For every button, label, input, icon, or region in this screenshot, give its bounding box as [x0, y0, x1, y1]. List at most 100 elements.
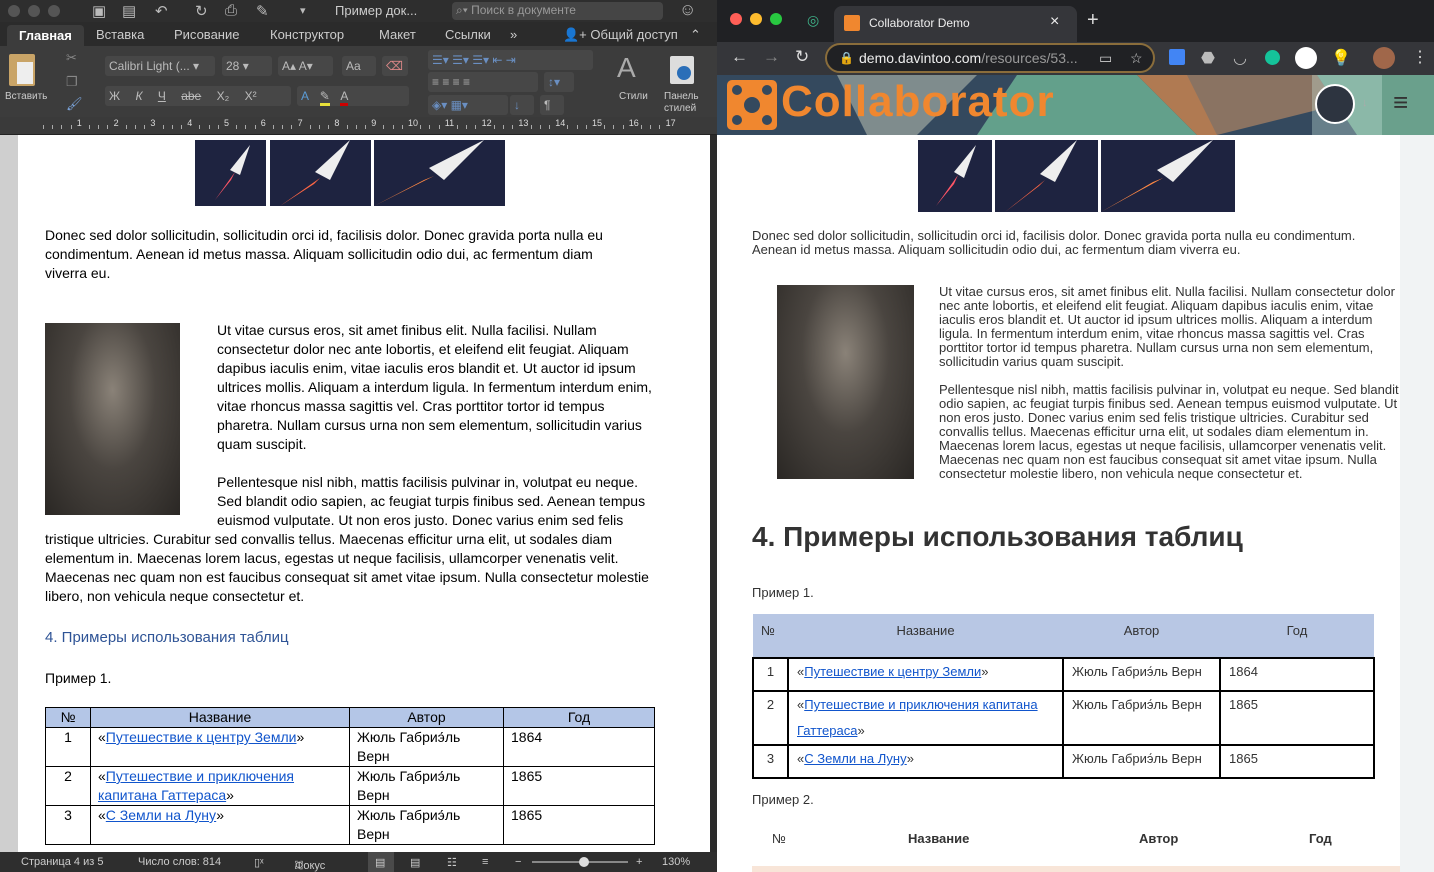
- ruler-tick: [254, 125, 256, 129]
- shading-border-buttons[interactable]: ◈▾ ▦▾: [428, 95, 508, 115]
- ruler-tick: [319, 125, 320, 129]
- ruler-number: 15: [592, 118, 603, 128]
- clear-formatting-icon[interactable]: ⌫: [382, 56, 408, 76]
- tab-draw[interactable]: Рисование: [174, 27, 239, 42]
- page-scrollbar-track[interactable]: [1400, 135, 1434, 872]
- pocket-icon[interactable]: ◡: [1233, 48, 1247, 68]
- forward-icon[interactable]: →: [763, 47, 780, 67]
- alignment-buttons[interactable]: ≡ ≡ ≡ ≡: [428, 72, 538, 92]
- ruler-number: 4: [187, 118, 193, 128]
- hamburger-menu-icon[interactable]: ≡: [1393, 87, 1408, 118]
- horizontal-ruler[interactable]: 1 2 3 4 5 6 7 8 9 10 11 12 13 14 15 16 17: [0, 117, 717, 135]
- font-size-select[interactable]: 28 ▾: [222, 56, 272, 76]
- cut-icon[interactable]: ✂: [66, 50, 77, 66]
- new-tab-button[interactable]: +: [1087, 9, 1099, 32]
- paragraph-1: Donec sed dolor sollicitudin, sollicitud…: [45, 227, 603, 281]
- ruler-number: 16: [628, 118, 639, 128]
- save-icon[interactable]: ▤: [122, 2, 136, 20]
- book-link[interactable]: Путешествие и приключения капитана Гатте…: [797, 697, 1038, 738]
- list-buttons[interactable]: ☰▾ ☰▾ ☰▾ ⇤ ⇥: [428, 50, 593, 70]
- font-name-select[interactable]: Calibri Light (... ▾: [105, 56, 215, 76]
- format-painter-icon[interactable]: 🖌: [66, 96, 83, 112]
- json-extension-icon[interactable]: [1295, 47, 1317, 69]
- tab-references[interactable]: Ссылки: [445, 27, 491, 42]
- show-formatting-icon[interactable]: ¶: [540, 95, 564, 115]
- site-header: Collaborator ↓ ≡: [717, 75, 1434, 135]
- minimize-window-button[interactable]: [28, 5, 40, 17]
- font-grow-shrink-buttons[interactable]: A▴ A▾: [278, 56, 333, 76]
- tab-collaborator-demo[interactable]: Collaborator Demo ×: [834, 6, 1077, 42]
- install-app-icon[interactable]: ▭: [1099, 45, 1112, 71]
- line-spacing-button[interactable]: ↕▾: [544, 72, 574, 92]
- zoom-window-button[interactable]: [770, 13, 782, 25]
- tab-design[interactable]: Конструктор: [270, 27, 344, 42]
- zoom-out-button[interactable]: −: [515, 856, 521, 868]
- styles-icon[interactable]: A: [617, 52, 636, 84]
- zoom-slider[interactable]: [532, 857, 628, 867]
- styles-pane-icon[interactable]: [670, 56, 694, 84]
- edit-icon[interactable]: ✎: [256, 2, 269, 20]
- reload-icon[interactable]: ↻: [795, 47, 809, 67]
- smiley-feedback-icon[interactable]: ☺: [679, 0, 696, 20]
- draft-view-icon[interactable]: ≡: [482, 856, 488, 868]
- ruler-tick: [355, 125, 357, 129]
- print-icon[interactable]: ⎙: [225, 2, 237, 19]
- share-button[interactable]: 👤+ Общий доступ: [563, 27, 678, 43]
- minimize-window-button[interactable]: [750, 13, 762, 25]
- book-link[interactable]: С Земли на Луну: [106, 807, 216, 823]
- web-layout-view-icon[interactable]: ▤: [410, 856, 420, 869]
- collaborator-logo-icon[interactable]: [727, 80, 777, 130]
- zoom-window-button[interactable]: [48, 5, 60, 17]
- change-case-button[interactable]: Aa: [342, 56, 376, 76]
- collaborator-logo[interactable]: Collaborator: [781, 77, 1055, 127]
- address-bar[interactable]: 🔒 demo.davintoo.com/resources/53... ▭ ☆: [825, 43, 1155, 73]
- close-tab-icon[interactable]: ×: [1050, 13, 1059, 31]
- ruler-tick: [181, 125, 182, 129]
- color-buttons[interactable]: A ✎ A: [297, 86, 409, 106]
- tab-layout[interactable]: Макет: [379, 27, 416, 42]
- ruler-tick: [420, 125, 422, 129]
- customize-toolbar-icon[interactable]: ▾: [300, 4, 306, 17]
- document-page[interactable]: Donec sed dolor sollicitudin, sollicitud…: [18, 135, 710, 852]
- user-avatar[interactable]: [1315, 84, 1355, 124]
- tab-home[interactable]: Главная: [7, 25, 84, 46]
- text-format-buttons[interactable]: Ж К Ч abe X₂ X²: [105, 86, 291, 106]
- google-translate-icon[interactable]: [1169, 49, 1185, 65]
- profile-avatar[interactable]: [1373, 47, 1395, 69]
- copy-icon[interactable]: ❐: [66, 74, 78, 90]
- extension-icon[interactable]: ⬣: [1201, 48, 1215, 68]
- rocket-image-2: [995, 140, 1098, 212]
- back-icon[interactable]: ←: [731, 47, 748, 67]
- book-link[interactable]: С Земли на Луну: [804, 751, 907, 766]
- lightbulb-extension-icon[interactable]: 💡: [1331, 48, 1351, 68]
- redo-icon[interactable]: ↻: [195, 2, 208, 20]
- pinned-tab-icon[interactable]: ◎: [807, 12, 819, 29]
- print-layout-view-icon[interactable]: ▤: [368, 852, 394, 872]
- book-link[interactable]: Путешествие и приключения капитана Гатте…: [98, 768, 294, 803]
- rocket-image-2: [270, 140, 371, 206]
- sidebar-icon[interactable]: ▣: [92, 2, 106, 20]
- collapse-ribbon-icon[interactable]: ⌃: [690, 27, 701, 43]
- vertical-scrollbar[interactable]: [710, 135, 717, 852]
- tab-insert[interactable]: Вставка: [96, 27, 144, 42]
- paste-icon[interactable]: [9, 54, 35, 86]
- document-search-input[interactable]: ⌕▾ Поиск в документе: [452, 2, 663, 20]
- close-window-button[interactable]: [730, 13, 742, 25]
- share-label: Общий доступ: [590, 27, 678, 42]
- bookmark-star-icon[interactable]: ☆: [1130, 45, 1143, 71]
- page-count[interactable]: Страница 4 из 5: [21, 856, 103, 868]
- grammarly-icon[interactable]: [1265, 50, 1280, 65]
- close-window-button[interactable]: [8, 5, 20, 17]
- sort-icon[interactable]: ↓: [510, 95, 534, 115]
- outline-view-icon[interactable]: ☷: [447, 856, 457, 869]
- book-link[interactable]: Путешествие к центру Земли: [106, 729, 297, 745]
- more-tabs-button[interactable]: »: [510, 27, 517, 42]
- browser-menu-icon[interactable]: ⋮: [1412, 47, 1428, 67]
- arrow-down-icon[interactable]: ↓: [1362, 97, 1368, 109]
- zoom-in-button[interactable]: +: [636, 856, 642, 868]
- book-link[interactable]: Путешествие к центру Земли: [804, 664, 981, 679]
- undo-icon[interactable]: ↶: [155, 2, 168, 20]
- zoom-level[interactable]: 130%: [662, 856, 690, 868]
- proofing-icon[interactable]: ▯ˣ: [254, 856, 264, 869]
- word-count[interactable]: Число слов: 814: [138, 856, 221, 868]
